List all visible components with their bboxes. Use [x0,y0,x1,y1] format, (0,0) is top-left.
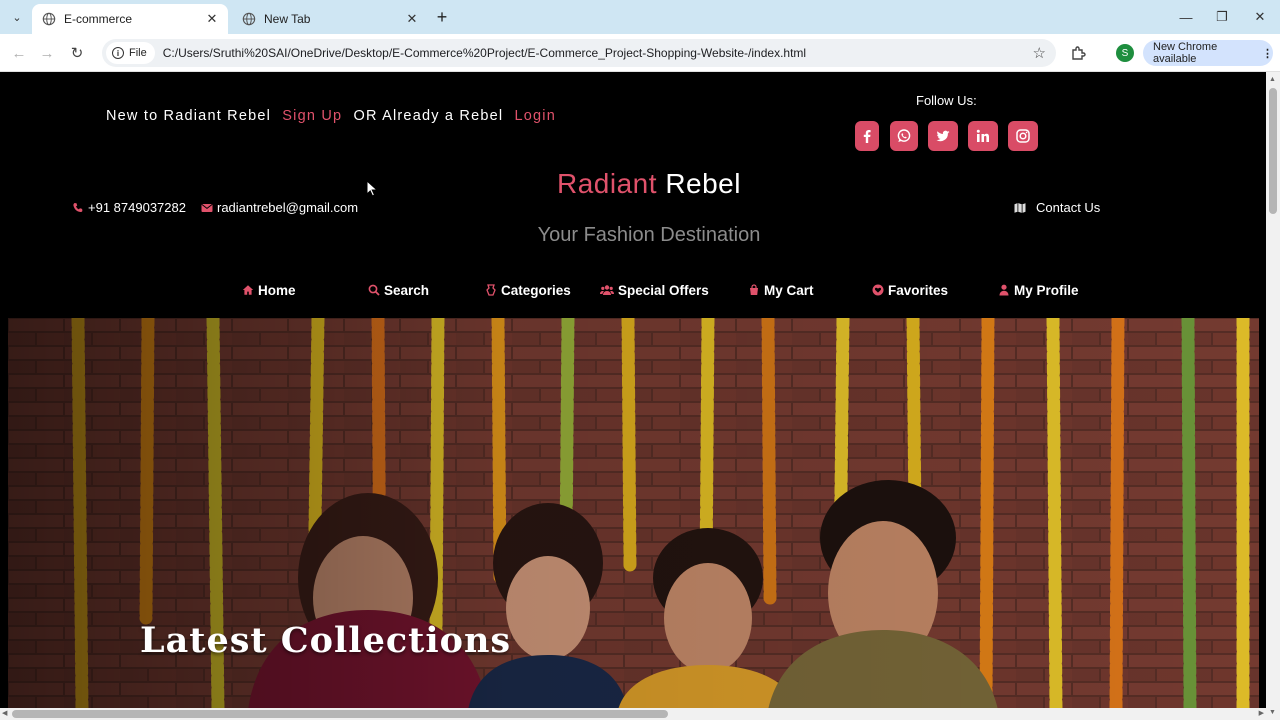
facebook-icon[interactable] [855,121,879,151]
new-tab-plus-icon[interactable]: + [432,7,452,27]
signup-link[interactable]: Sign Up [282,108,342,124]
mouse-cursor-icon [366,180,378,197]
tab-title: E-commerce [64,12,133,26]
url-text[interactable]: C:/Users/Sruthi%20SAI/OneDrive/Desktop/E… [163,46,806,60]
forward-arrow-icon[interactable]: → [36,42,58,64]
cart-icon [750,284,758,295]
profile-avatar[interactable]: S [1116,44,1134,62]
reload-icon[interactable]: ↻ [66,42,88,64]
search-icon [368,284,380,296]
extensions-puzzle-icon[interactable] [1070,44,1088,62]
auth-prompt: New to Radiant Rebel Sign Up OR Already … [106,108,562,124]
phone-icon [73,202,83,212]
twitter-icon[interactable] [928,121,958,151]
scroll-up-arrow-icon[interactable]: ▲ [1269,76,1276,83]
existing-user-text: OR Already a Rebel [353,108,504,124]
minimize-icon[interactable]: — [1176,8,1196,26]
instagram-icon[interactable] [1008,121,1038,151]
home-icon [242,285,254,295]
contact-us-label: Contact Us [1036,200,1101,215]
linkedin-icon[interactable] [968,121,998,151]
brand-title: Radiant Rebel [0,168,1266,200]
tab-title: New Tab [264,12,311,26]
nav-my-profile[interactable]: My Profile [998,280,1079,300]
horizontal-scrollbar[interactable]: ◀ ▶ [0,708,1266,720]
phone-contact[interactable]: +91 8749037282 [72,200,186,215]
map-icon [1014,202,1026,213]
info-icon: i [112,47,124,59]
heart-icon [872,284,884,296]
email-address: radiantrebel@gmail.com [217,200,359,215]
web-page: New to Radiant Rebel Sign Up OR Already … [0,72,1266,708]
globe-icon [242,12,256,26]
hero-title: Latest Collections [140,620,512,661]
scroll-down-arrow-icon[interactable]: ▼ [1269,709,1276,716]
envelope-icon [201,203,213,212]
nav-label: My Cart [764,282,814,298]
tagline: Your Fashion Destination [537,224,761,246]
browser-toolbar: ← → ↻ i File C:/Users/Sruthi%20SAI/OneDr… [0,34,1280,72]
close-icon[interactable]: ✕ [204,11,220,27]
whatsapp-icon[interactable] [890,121,918,151]
nav-search[interactable]: Search [368,280,429,300]
bookmark-star-icon[interactable]: ☆ [1033,44,1046,62]
categories-icon [486,284,496,296]
nav-label: Special Offers [618,282,709,298]
browser-tab-strip: ⌄ E-commerce ✕ New Tab ✕ + — ❐ ✕ [0,0,1280,34]
window-close-icon[interactable]: ✕ [1250,8,1270,26]
vertical-scrollbar[interactable]: ▲ ▼ [1266,72,1280,720]
scroll-right-arrow-icon[interactable]: ▶ [1259,709,1264,717]
nav-categories[interactable]: Categories [485,280,571,300]
horizontal-scroll-thumb[interactable] [12,710,668,718]
contact-us-link[interactable]: Contact Us [1014,200,1100,215]
nav-label: Categories [501,282,571,298]
email-contact[interactable]: radiantrebel@gmail.com [201,200,358,215]
brand-word-radiant: Radiant [557,168,658,199]
globe-icon [42,12,56,26]
site-info-chip[interactable]: i File [106,42,155,64]
nav-label: Favorites [888,282,949,298]
new-user-text: New to Radiant Rebel [106,108,272,124]
nav-favorites[interactable]: Favorites [872,280,948,300]
scroll-left-arrow-icon[interactable]: ◀ [2,709,7,717]
brand-word-rebel: Rebel [665,168,741,199]
nav-special-offers[interactable]: Special Offers [600,280,709,300]
close-icon[interactable]: ✕ [404,11,420,27]
tab-new-tab[interactable]: New Tab ✕ [232,4,428,34]
hero-banner: Latest Collections [8,318,1259,708]
new-chrome-available-button[interactable]: New Chrome available ⋮ [1143,40,1273,66]
nav-label: My Profile [1014,282,1079,298]
nav-my-cart[interactable]: My Cart [748,280,814,300]
vertical-scroll-thumb[interactable] [1269,88,1277,214]
nav-label: Search [384,282,430,298]
tab-search-chevron-icon[interactable]: ⌄ [6,7,28,27]
phone-number: +91 8749037282 [88,200,186,215]
tab-ecommerce[interactable]: E-commerce ✕ [32,4,228,34]
nav-label: Home [258,282,296,298]
address-bar[interactable]: i File C:/Users/Sruthi%20SAI/OneDrive/De… [102,39,1056,67]
restore-icon[interactable]: ❐ [1212,8,1232,26]
nav-home[interactable]: Home [242,280,296,300]
users-icon [600,285,614,295]
back-arrow-icon[interactable]: ← [8,42,30,64]
more-menu-icon[interactable]: ⋮ [1262,47,1273,60]
user-icon [999,284,1009,296]
update-label: New Chrome available [1153,41,1218,65]
follow-us-label: Follow Us: [916,93,977,108]
login-link[interactable]: Login [515,108,556,124]
file-chip-label: File [129,47,147,59]
